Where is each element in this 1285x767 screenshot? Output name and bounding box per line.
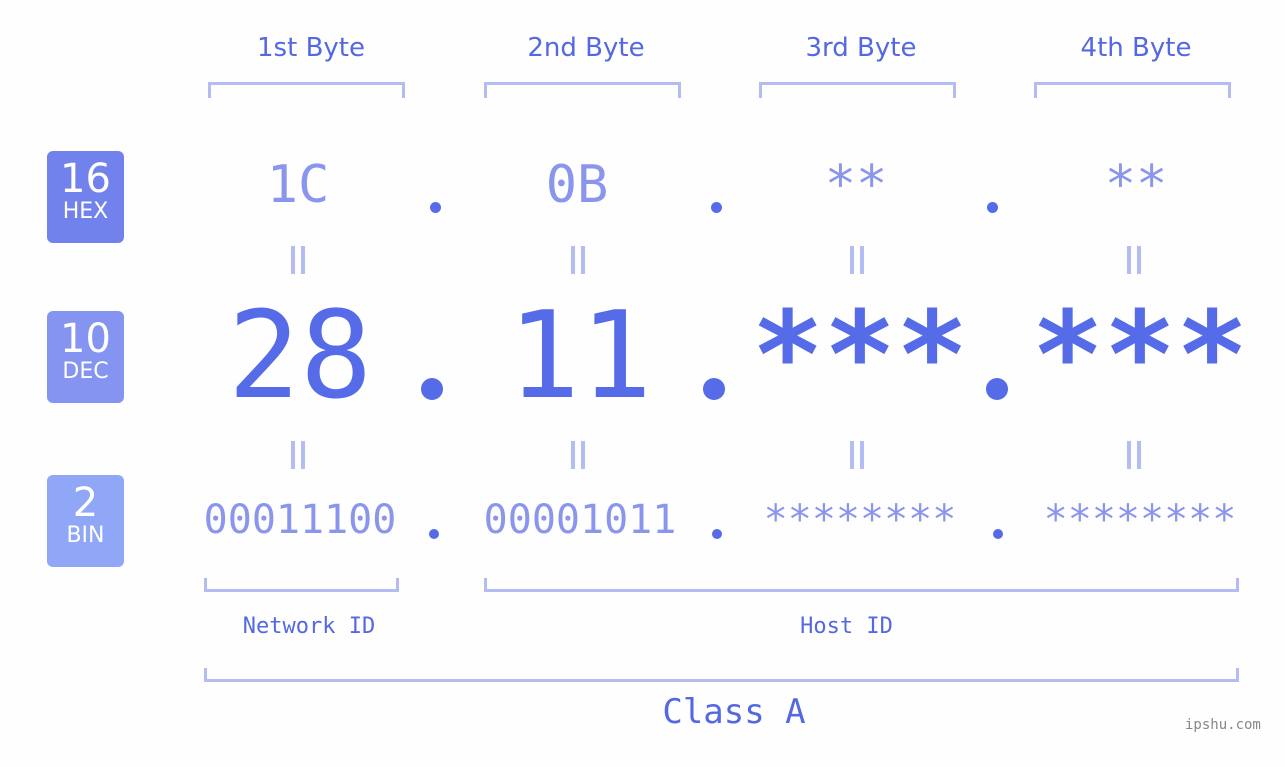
header-byte-2: 2nd Byte [527,33,645,63]
hex-byte-4: ** [1104,155,1168,215]
host-id-label: Host ID [800,614,893,639]
bin-byte-2: 00001011 [483,497,677,543]
dec-byte-2: 11 [507,287,653,426]
bin-separator-dot [993,529,1003,539]
host-id-bracket [484,578,1239,592]
hex-separator-dot [711,202,722,213]
bin-separator-dot [429,529,439,539]
equals-icon [569,441,591,469]
hex-separator-dot [430,202,441,213]
bin-badge: 2 BIN [47,475,124,567]
bin-byte-4: ******** [1043,497,1237,543]
byte-2-bracket [484,82,681,98]
dec-separator-dot [703,378,725,400]
equals-icon [569,246,591,274]
equals-icon [1125,441,1147,469]
hex-badge-label: HEX [62,199,109,224]
hex-badge: 16 HEX [47,151,124,243]
dec-badge-label: DEC [62,359,109,384]
hex-badge-number: 16 [60,156,111,202]
header-byte-4: 4th Byte [1080,33,1192,63]
bin-badge-number: 2 [72,480,99,526]
hex-byte-2: 0B [545,155,609,215]
network-id-label: Network ID [242,614,376,639]
hex-byte-3: ** [824,155,888,215]
hex-byte-1: 1C [266,155,330,215]
header-byte-3: 3rd Byte [805,33,917,63]
dec-byte-3: *** [751,287,969,426]
header-byte-1: 1st Byte [257,33,365,63]
equals-icon [848,441,870,469]
dec-byte-4: *** [1031,287,1249,426]
bin-byte-1: 00011100 [203,497,397,543]
watermark: ipshu.com [1185,717,1261,733]
dec-byte-1: 28 [227,287,373,426]
bin-separator-dot [712,529,722,539]
dec-badge-number: 10 [60,316,111,362]
equals-icon [289,246,311,274]
bin-byte-3: ******** [763,497,957,543]
class-bracket [204,668,1239,682]
network-id-bracket [204,578,399,592]
bin-badge-label: BIN [66,523,105,548]
byte-1-bracket [208,82,405,98]
dec-separator-dot [421,378,443,400]
dec-badge: 10 DEC [47,311,124,403]
class-label: Class A [662,692,806,732]
byte-4-bracket [1034,82,1231,98]
equals-icon [848,246,870,274]
equals-icon [289,441,311,469]
hex-separator-dot [987,202,998,213]
dec-separator-dot [986,378,1008,400]
byte-3-bracket [759,82,956,98]
equals-icon [1125,246,1147,274]
